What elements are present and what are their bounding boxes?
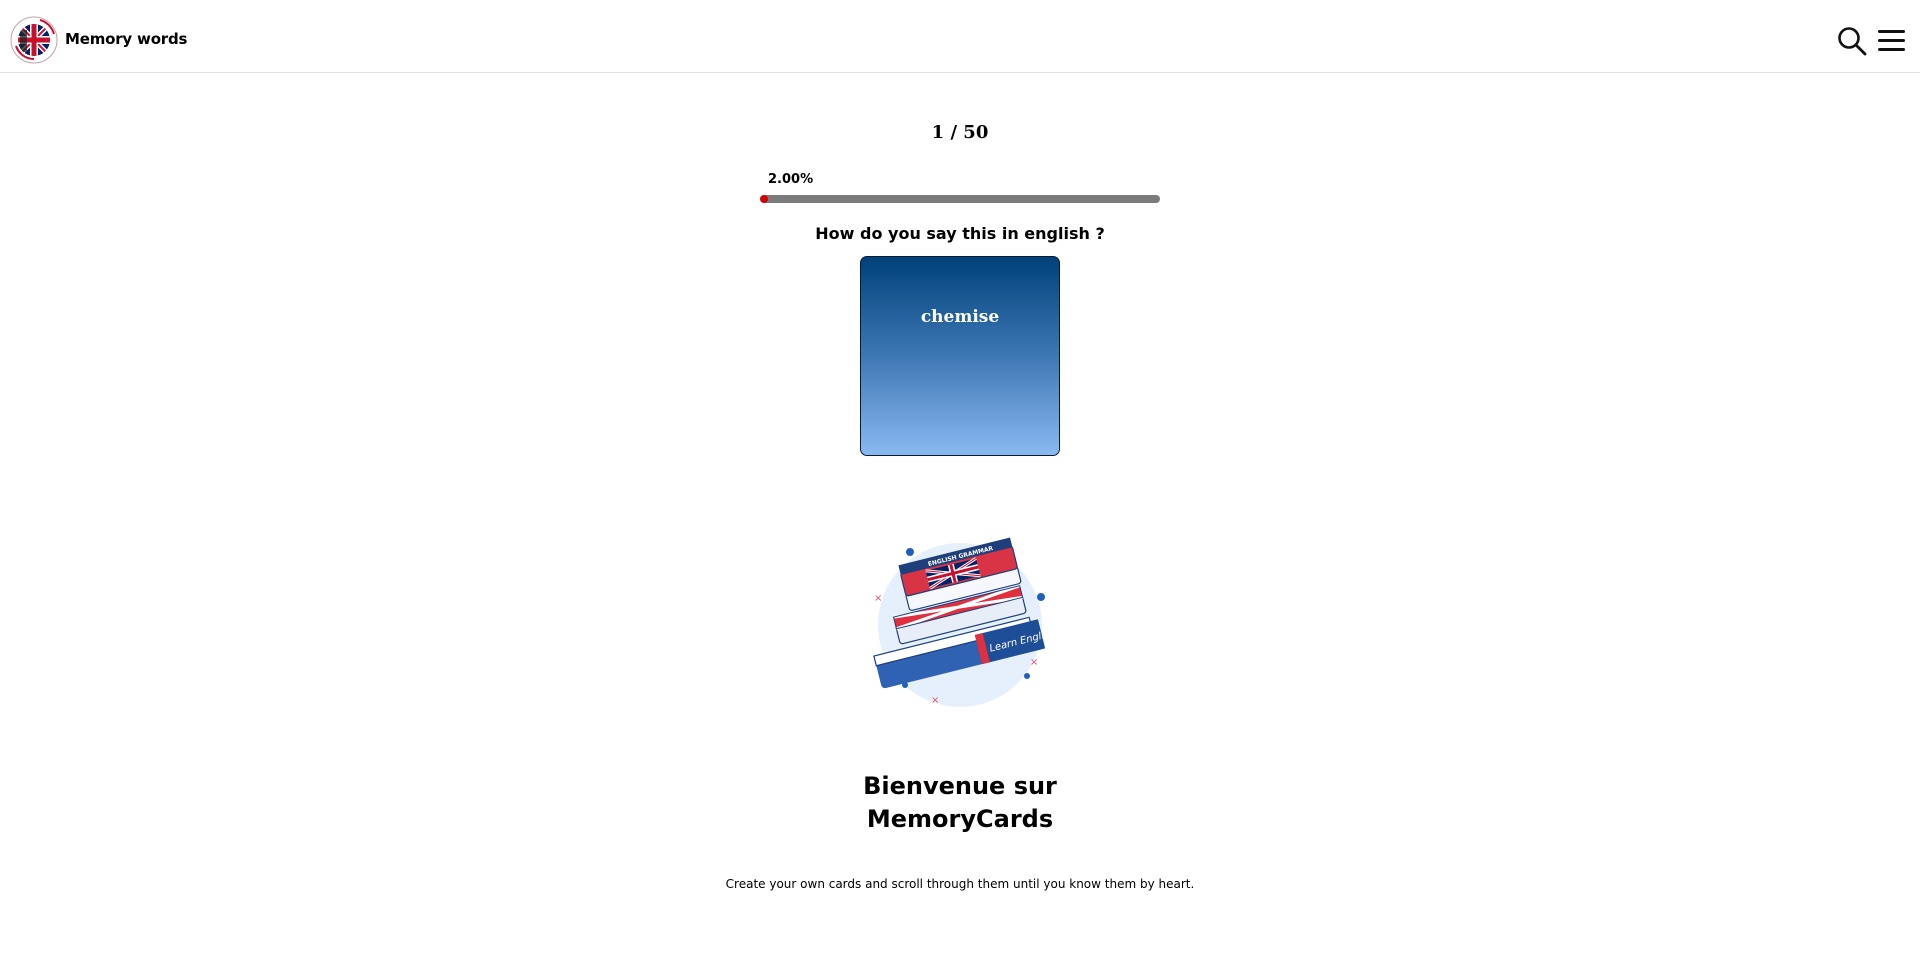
app-title[interactable]: Memory words [65,30,187,48]
welcome-subtitle: Create your own cards and scroll through… [725,877,1195,891]
card-counter: 1 / 50 [931,122,989,143]
question-text: How do you say this in english ? [815,224,1105,243]
flashcard-word: chemise [920,307,1000,327]
svg-text:×: × [874,593,882,604]
progress-fill [760,195,768,203]
svg-text:×: × [1030,657,1038,668]
hamburger-menu-icon[interactable] [1877,27,1907,55]
london-logo-icon[interactable] [10,16,58,64]
progress-bar: 2.00% [760,172,1160,206]
flashcard[interactable]: chemise [860,256,1060,456]
search-icon[interactable] [1837,26,1867,56]
progress-track [760,195,1160,203]
progress-percent-label: 2.00% [768,172,814,187]
welcome-line-1: Bienvenue sur [863,772,1057,800]
welcome-line-2: MemoryCards [866,805,1054,833]
welcome-heading: Bienvenue sur MemoryCards [760,770,1160,836]
top-bar: Memory words [0,0,1920,73]
svg-text:×: × [931,695,939,706]
books-learn-english-illustration: × × × × Learn English ENGLISH GRAMMAR [873,537,1057,707]
